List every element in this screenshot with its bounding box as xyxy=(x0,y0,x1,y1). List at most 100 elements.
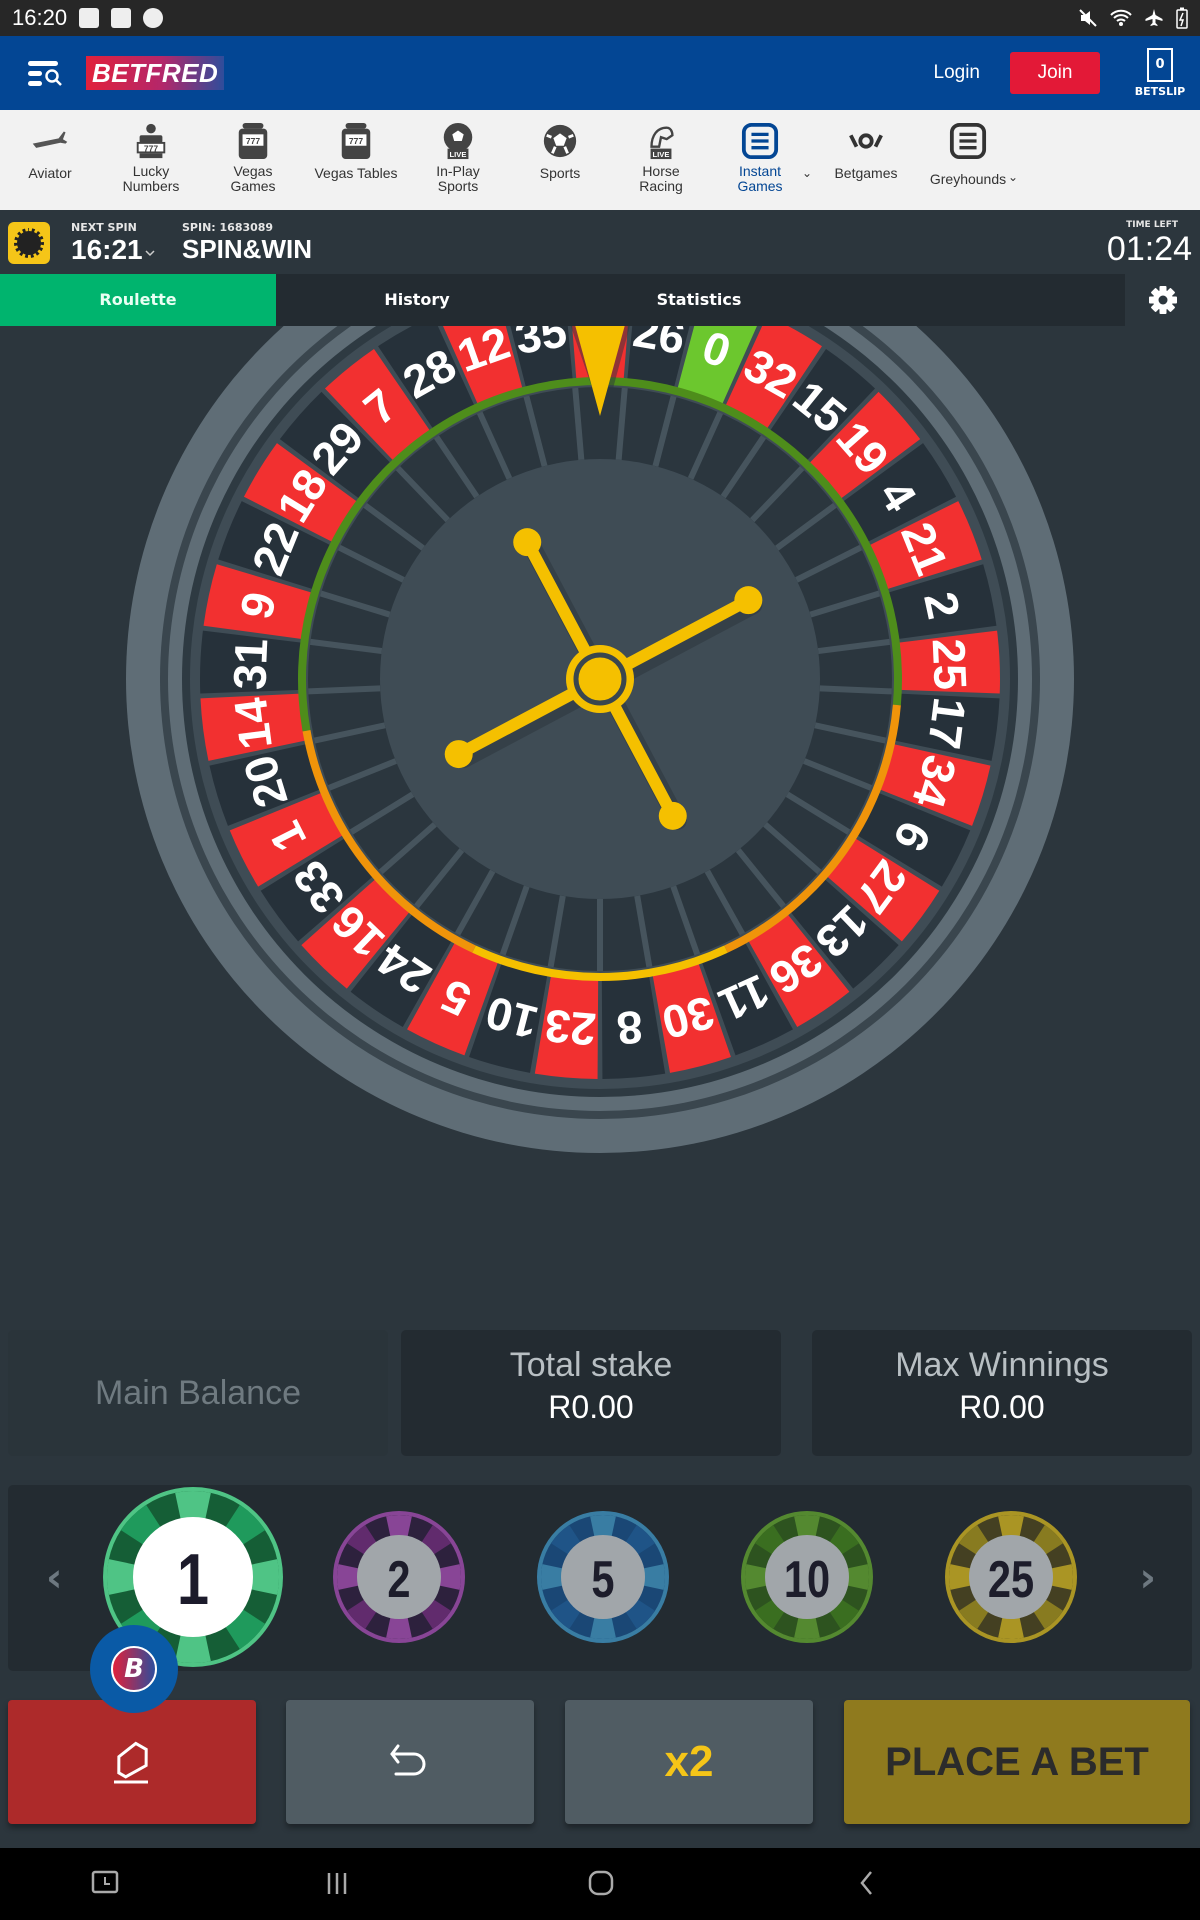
plane-icon xyxy=(31,122,69,160)
undo-icon xyxy=(390,1744,426,1776)
turret-knob xyxy=(444,740,473,769)
nav-item-sports[interactable]: Sports xyxy=(512,110,608,210)
slot-machine-icon: 777 xyxy=(337,122,375,160)
total-stake-box: Total stake R0.00 xyxy=(401,1330,781,1456)
spin-id: SPIN: 1683089 xyxy=(182,221,274,234)
nav-item-vegas-tables[interactable]: 777 Vegas Tables xyxy=(308,110,404,210)
download-icon xyxy=(111,8,132,28)
chip-selector: ‹ › 1 2 5 10 25 xyxy=(8,1485,1192,1671)
mute-icon xyxy=(1079,9,1097,27)
nav-label-line: Sports xyxy=(539,165,581,181)
join-button[interactable]: Join xyxy=(1010,52,1100,94)
chevron-down-icon[interactable]: ⌄ xyxy=(1008,170,1018,185)
status-time: 16:20 xyxy=(12,5,68,30)
nav-item-label: Lucky Numbers xyxy=(103,164,199,194)
betgames-icon xyxy=(847,122,885,160)
nav-label-line: Vegas Tables xyxy=(314,165,398,181)
nav-item-label: Betgames xyxy=(818,164,914,181)
bet-actions: x2 PLACE A BET xyxy=(0,1680,1200,1848)
nav-item-label: Greyhounds xyxy=(920,164,1016,187)
system-navigation-bar xyxy=(0,1848,1200,1920)
nav-item-lucky-numbers[interactable]: 777 Lucky Numbers xyxy=(103,110,199,210)
game-title: SPIN&WIN xyxy=(182,234,312,264)
roulette-wheel-area: 0 32 15 19 4 21 2 25 17 34 6 27 13 36 11 30 8 23 10 5 24 16 33… xyxy=(0,326,1200,1310)
game-tabs: Roulette History Statistics xyxy=(0,274,1200,326)
wheel-spoke-divider xyxy=(308,685,381,695)
chevron-down-icon[interactable] xyxy=(145,250,155,258)
instant-games-icon xyxy=(741,122,779,160)
settings-button[interactable] xyxy=(1125,274,1200,326)
live-horse-icon: LIVE xyxy=(642,122,680,160)
chip-10[interactable]: 10 xyxy=(741,1511,873,1643)
nav-label-line: Sports xyxy=(437,178,479,194)
login-button[interactable]: Login xyxy=(934,62,981,84)
nav-label-line: Aviator xyxy=(28,165,72,181)
turret-knob xyxy=(658,801,687,830)
greyhounds-icon xyxy=(949,122,987,160)
chips-row: 1 2 5 10 25 xyxy=(103,1487,1077,1667)
nav-item-greyhounds[interactable]: Greyhounds ⌄ xyxy=(920,110,1018,210)
turret-knob xyxy=(734,586,763,615)
tab-history[interactable]: History xyxy=(276,274,558,326)
nav-item-aviator[interactable]: Aviator xyxy=(2,110,98,210)
wheel-spoke-divider xyxy=(819,685,892,695)
nav-item-betgames[interactable]: Betgames xyxy=(818,110,914,210)
double-bet-button[interactable]: x2 xyxy=(565,1700,813,1824)
place-bet-button[interactable]: PLACE A BET xyxy=(844,1700,1190,1824)
site-header: BETFRED Login Join 0 BETSLIP xyxy=(0,36,1200,110)
chip-2[interactable]: 2 xyxy=(333,1511,465,1643)
undo-button[interactable] xyxy=(286,1700,534,1824)
nav-item-in-play-sports[interactable]: LIVE In-Play Sports xyxy=(410,110,506,210)
multitask-icon[interactable] xyxy=(322,1868,352,1902)
betfred-logo[interactable]: BETFRED xyxy=(86,56,225,90)
chrome-icon xyxy=(143,8,164,28)
nav-label-line: Racing xyxy=(639,178,683,194)
back-icon[interactable] xyxy=(852,1868,882,1902)
nav-item-instant-games[interactable]: Instant Games ⌄ xyxy=(712,110,812,210)
next-spin-time[interactable]: 16:21 xyxy=(71,234,143,266)
chevron-down-icon[interactable]: ⌄ xyxy=(802,166,812,181)
svg-text:777: 777 xyxy=(246,136,261,146)
wheel-number-label: 17 xyxy=(918,695,976,752)
game-header: NEXT SPIN 16:21 SPIN: 1683089 SPIN&WIN T… xyxy=(0,210,1200,274)
betslip-button[interactable]: 0 BETSLIP xyxy=(1130,48,1190,98)
tab-roulette[interactable]: Roulette xyxy=(0,274,276,326)
betfred-floating-badge[interactable]: B xyxy=(90,1625,178,1713)
nav-item-horse-racing[interactable]: LIVE Horse Racing xyxy=(613,110,709,210)
category-nav: Aviator 777 Lucky Numbers 777 Vegas Games 777 Ve… xyxy=(0,110,1200,210)
gear-icon xyxy=(1148,286,1177,314)
clear-bets-button[interactable] xyxy=(8,1700,256,1824)
total-stake-label: Total stake xyxy=(509,1346,673,1384)
gallery-icon xyxy=(79,8,100,28)
chip-5[interactable]: 5 xyxy=(537,1511,669,1643)
tab-statistics[interactable]: Statistics xyxy=(558,274,840,326)
slot-machine-icon: 777 xyxy=(234,122,272,160)
nav-label-line: Numbers xyxy=(122,178,180,194)
lucky-numbers-icon: 777 xyxy=(132,122,170,160)
nav-item-label: In-Play Sports xyxy=(410,164,506,194)
home-icon[interactable] xyxy=(586,1868,616,1902)
betfred-b-icon: B xyxy=(111,1646,157,1692)
svg-text:777: 777 xyxy=(349,136,364,146)
nav-label-line: Greyhounds xyxy=(929,171,1007,187)
recent-apps-icon[interactable] xyxy=(90,1868,120,1902)
chip-value: 10 xyxy=(784,1550,830,1609)
next-spin-label: NEXT SPIN xyxy=(71,221,137,234)
wheel-number-label: 31 xyxy=(223,637,277,690)
football-icon xyxy=(541,122,579,160)
nav-item-vegas-games[interactable]: 777 Vegas Games xyxy=(205,110,301,210)
max-winnings-label: Max Winnings xyxy=(895,1346,1109,1384)
chip-value: 2 xyxy=(387,1550,410,1609)
chip-25[interactable]: 25 xyxy=(945,1511,1077,1643)
time-left-label: TIME LEFT xyxy=(1126,220,1178,230)
nav-label-line: In-Play xyxy=(436,163,480,179)
wheel-number-label: 23 xyxy=(543,1000,598,1056)
menu-search-button[interactable] xyxy=(24,51,68,95)
nav-label-line: Instant xyxy=(738,163,782,179)
nav-label-line: Lucky xyxy=(132,163,170,179)
time-left-value: 01:24 xyxy=(1106,230,1192,268)
total-stake-value: R0.00 xyxy=(548,1389,634,1425)
balance-panel: Main Balance Total stake R0.00 Max Winni… xyxy=(0,1310,1200,1480)
nav-item-label: Sports xyxy=(512,164,608,181)
roulette-game-icon xyxy=(8,222,50,264)
